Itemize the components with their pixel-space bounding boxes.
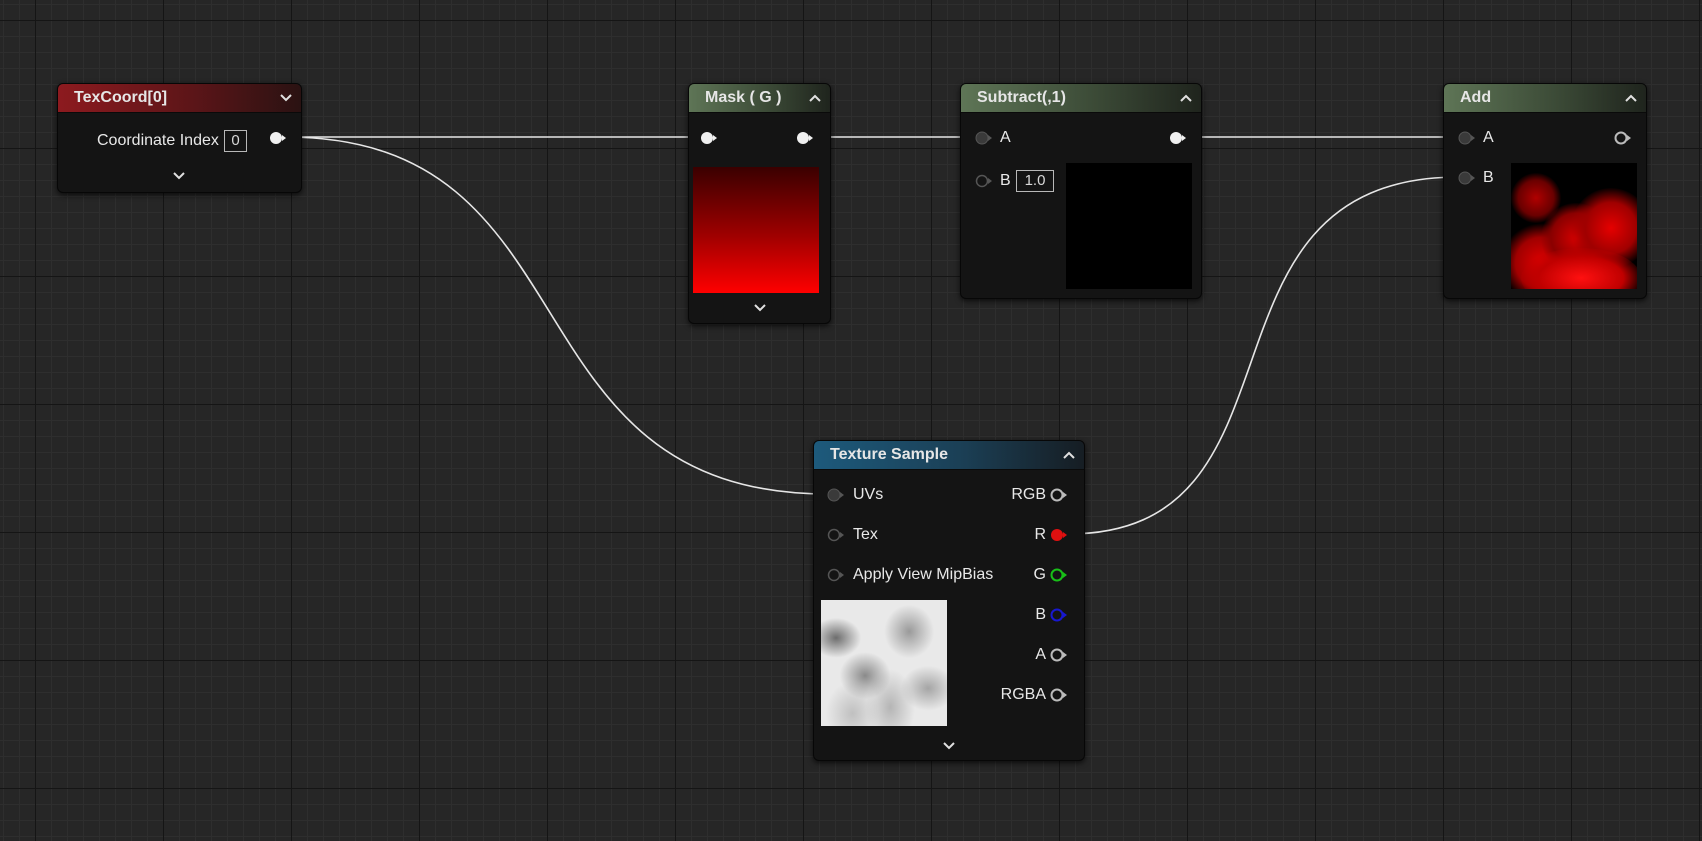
node-add-title: Add [1460, 89, 1492, 106]
mask-preview [693, 167, 819, 293]
input-uvs-label: UVs [853, 486, 884, 503]
node-texcoord-title: TexCoord[0] [74, 89, 168, 106]
chevron-down-icon[interactable] [279, 84, 293, 112]
node-mask[interactable]: Mask ( G ) [688, 83, 831, 324]
output-b-label: B [1035, 606, 1046, 623]
output-pin-icon[interactable] [1614, 131, 1632, 145]
subtract-pin-a-label: A [1000, 129, 1011, 146]
node-add[interactable]: Add A B [1443, 83, 1647, 299]
input-pin-uvs-icon[interactable] [827, 488, 845, 502]
input-pin-a-icon[interactable] [1458, 131, 1476, 145]
chevron-down-icon[interactable] [941, 740, 957, 752]
input-pin-icon[interactable] [700, 131, 718, 145]
chevron-down-icon[interactable] [752, 302, 768, 314]
input-pin-tex-icon[interactable] [827, 528, 845, 542]
add-pin-a-label: A [1483, 129, 1494, 146]
coordinate-index-value[interactable]: 0 [224, 130, 247, 152]
node-subtract-header[interactable]: Subtract(,1) [961, 84, 1201, 113]
output-pin-icon[interactable] [796, 131, 814, 145]
output-r-label: R [1034, 526, 1046, 543]
add-pin-b-label: B [1483, 169, 1494, 186]
output-pin-g-icon[interactable] [1050, 568, 1068, 582]
chevron-up-icon[interactable] [1062, 441, 1076, 469]
output-pin-a-icon[interactable] [1050, 648, 1068, 662]
node-add-header[interactable]: Add [1444, 84, 1646, 113]
output-rgb-label: RGB [1011, 486, 1046, 503]
input-tex-label: Tex [853, 526, 878, 543]
output-pin-rgb-icon[interactable] [1050, 488, 1068, 502]
node-mask-header[interactable]: Mask ( G ) [689, 84, 830, 113]
node-texture-sample[interactable]: Texture Sample UVs Tex Apply View MipBia… [813, 440, 1085, 761]
subtract-preview [1066, 163, 1192, 289]
subtract-pin-b-label: B [1000, 172, 1011, 189]
input-pin-mipbias-icon[interactable] [827, 568, 845, 582]
add-preview [1511, 163, 1637, 289]
output-pin-rgba-icon[interactable] [1050, 688, 1068, 702]
node-subtract[interactable]: Subtract(,1) A B 1.0 [960, 83, 1202, 299]
node-mask-title: Mask ( G ) [705, 89, 782, 106]
node-texcoord[interactable]: TexCoord[0] Coordinate Index 0 [57, 83, 302, 193]
input-pin-b-icon[interactable] [1458, 171, 1476, 185]
node-texcoord-header[interactable]: TexCoord[0] [58, 84, 301, 113]
output-pin-icon[interactable] [269, 131, 287, 145]
node-texture-sample-title: Texture Sample [830, 446, 948, 463]
input-pin-a-icon[interactable] [975, 131, 993, 145]
chevron-up-icon[interactable] [1624, 84, 1638, 112]
output-pin-r-icon[interactable] [1050, 528, 1068, 542]
output-pin-icon[interactable] [1169, 131, 1187, 145]
node-texture-sample-header[interactable]: Texture Sample [814, 441, 1084, 470]
output-rgba-label: RGBA [1000, 686, 1046, 703]
output-g-label: G [1033, 566, 1046, 583]
chevron-up-icon[interactable] [808, 84, 822, 112]
subtract-b-value[interactable]: 1.0 [1016, 170, 1054, 192]
chevron-down-icon[interactable] [171, 170, 187, 182]
texture-preview [821, 600, 947, 726]
input-pin-b-icon[interactable] [975, 174, 993, 188]
material-graph-canvas[interactable]: TexCoord[0] Coordinate Index 0 Mask ( G … [0, 0, 1702, 841]
coordinate-index-label: Coordinate Index [97, 132, 219, 149]
node-subtract-title: Subtract(,1) [977, 89, 1066, 106]
chevron-up-icon[interactable] [1179, 84, 1193, 112]
input-mipbias-label: Apply View MipBias [853, 566, 994, 583]
output-a-label: A [1035, 646, 1046, 663]
output-pin-b-icon[interactable] [1050, 608, 1068, 622]
